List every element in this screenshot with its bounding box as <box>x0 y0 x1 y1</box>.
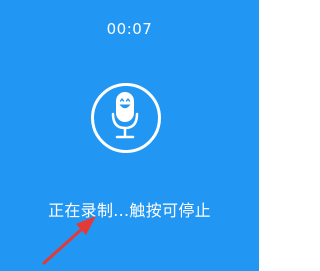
red-annotation-arrow <box>42 216 96 265</box>
voice-recorder-screen: 00:07 正在录制...触按可停止 <box>0 0 259 271</box>
